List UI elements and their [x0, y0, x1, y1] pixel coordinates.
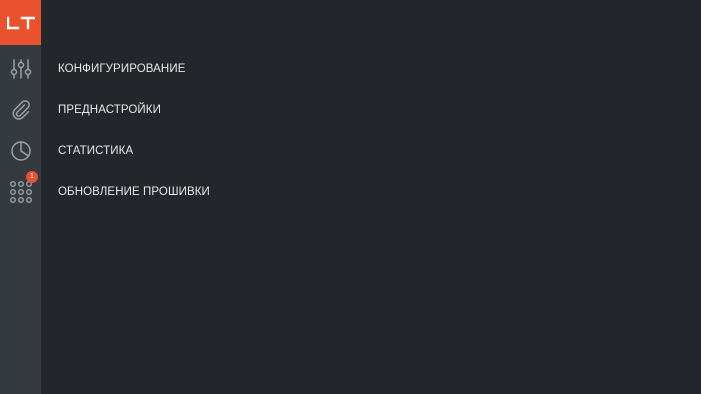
rail-button-statistics[interactable] — [0, 130, 41, 171]
pie-chart-icon — [10, 140, 31, 161]
rail-button-firmware[interactable]: 1 — [0, 171, 41, 212]
paperclip-icon — [11, 99, 30, 120]
notification-badge: 1 — [26, 171, 38, 183]
menu-item-statistics[interactable]: СТАТИСТИКА — [58, 141, 133, 161]
rail-button-presets[interactable] — [0, 89, 41, 130]
rail-button-configuration[interactable] — [0, 48, 41, 89]
brand-logo[interactable] — [0, 0, 41, 45]
icon-rail: 1 — [0, 0, 41, 394]
menu-item-presets[interactable]: ПРЕДНАСТРОЙКИ — [58, 100, 161, 120]
apps-grid-icon — [9, 180, 32, 203]
menu-item-firmware-update[interactable]: ОБНОВЛЕНИЕ ПРОШИВКИ — [58, 182, 210, 202]
app-window: 1 КОНФИГУРИРОВАНИЕ ПРЕДНАСТРОЙКИ СТАТИСТ… — [0, 0, 701, 394]
sliders-icon — [10, 58, 31, 79]
logo-mark-icon — [6, 16, 35, 29]
menu-item-configuration[interactable]: КОНФИГУРИРОВАНИЕ — [58, 59, 185, 79]
